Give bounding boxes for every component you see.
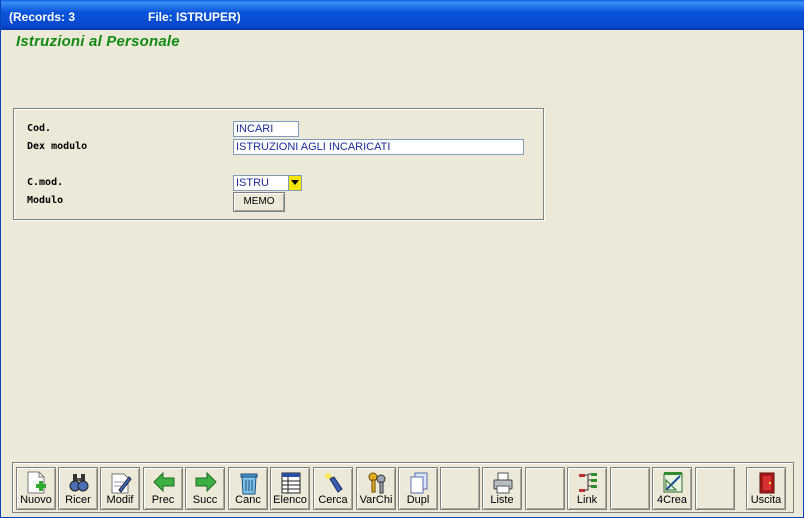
- varchi-button[interactable]: VarChi: [356, 467, 396, 510]
- modif-button[interactable]: Modif: [100, 467, 140, 510]
- cod-input[interactable]: INCARI: [233, 121, 299, 137]
- flashlight-icon: [325, 473, 343, 493]
- elenco-label: Elenco: [273, 494, 307, 506]
- exit-door-icon: [759, 472, 775, 494]
- liste-button[interactable]: Liste: [482, 467, 522, 510]
- arrow-right-icon: [195, 471, 217, 493]
- ricer-button[interactable]: Ricer: [58, 467, 98, 510]
- binoculars-icon: [69, 474, 89, 492]
- hierarchy-icon: [579, 473, 597, 492]
- dex-modulo-label: Dex modulo: [27, 141, 88, 152]
- list-table-icon: [281, 472, 301, 494]
- design-tool-icon: [663, 472, 683, 493]
- link-button[interactable]: Link: [567, 467, 607, 510]
- uscita-button[interactable]: Uscita: [746, 467, 786, 510]
- title-bar[interactable]: (Records: 3 File: ISTRUPER): [1, 0, 804, 30]
- memo-button[interactable]: MEMO: [233, 192, 285, 212]
- title-records: (Records: 3: [9, 10, 76, 24]
- succ-button[interactable]: Succ: [185, 467, 225, 510]
- uscita-label: Uscita: [750, 494, 782, 506]
- canc-label: Canc: [235, 494, 261, 506]
- modulo-label: Modulo: [27, 195, 64, 206]
- cmod-dropdown-button[interactable]: [288, 175, 302, 191]
- nuovo-button[interactable]: Nuovo: [16, 467, 56, 510]
- nuovo-label: Nuovo: [20, 494, 52, 506]
- app-window: (Records: 3 File: ISTRUPER) Istruzioni a…: [0, 0, 804, 518]
- form-title: Istruzioni al Personale: [16, 33, 180, 50]
- cod-label: Cod.: [27, 123, 52, 134]
- keys-icon: [368, 472, 386, 494]
- varchi-label: VarChi: [359, 494, 393, 506]
- dex-modulo-input[interactable]: ISTRUZIONI AGLI INCARICATI: [233, 139, 524, 155]
- empty-toolbar-slot: [440, 467, 480, 510]
- elenco-button[interactable]: Elenco: [270, 467, 310, 510]
- cerca-button[interactable]: Cerca: [313, 467, 353, 510]
- cerca-label: Cerca: [318, 494, 348, 506]
- empty-toolbar-slot: [695, 467, 735, 510]
- cmod-label: C.mod.: [27, 177, 64, 188]
- new-document-icon: [27, 471, 46, 494]
- prec-button[interactable]: Prec: [143, 467, 183, 510]
- prec-label: Prec: [151, 494, 175, 506]
- title-file: File: ISTRUPER): [148, 10, 241, 24]
- dupl-label: Dupl: [406, 494, 430, 506]
- edit-document-icon: [111, 473, 132, 494]
- liste-label: Liste: [490, 494, 514, 506]
- duplicate-icon: [410, 472, 428, 494]
- succ-label: Succ: [192, 494, 218, 506]
- trash-icon: [240, 473, 258, 495]
- ricer-label: Ricer: [65, 494, 91, 506]
- crea-label: 4Crea: [657, 494, 687, 506]
- cmod-combo-input[interactable]: ISTRU: [233, 175, 289, 191]
- link-label: Link: [576, 494, 598, 506]
- empty-toolbar-slot: [525, 467, 565, 510]
- chevron-down-icon: [291, 180, 299, 185]
- crea-button[interactable]: 4Crea: [652, 467, 692, 510]
- printer-icon: [493, 472, 513, 494]
- modif-label: Modif: [106, 494, 134, 506]
- dupl-button[interactable]: Dupl: [398, 467, 438, 510]
- canc-button[interactable]: Canc: [228, 467, 268, 510]
- empty-toolbar-slot: [610, 467, 650, 510]
- arrow-left-icon: [153, 471, 175, 493]
